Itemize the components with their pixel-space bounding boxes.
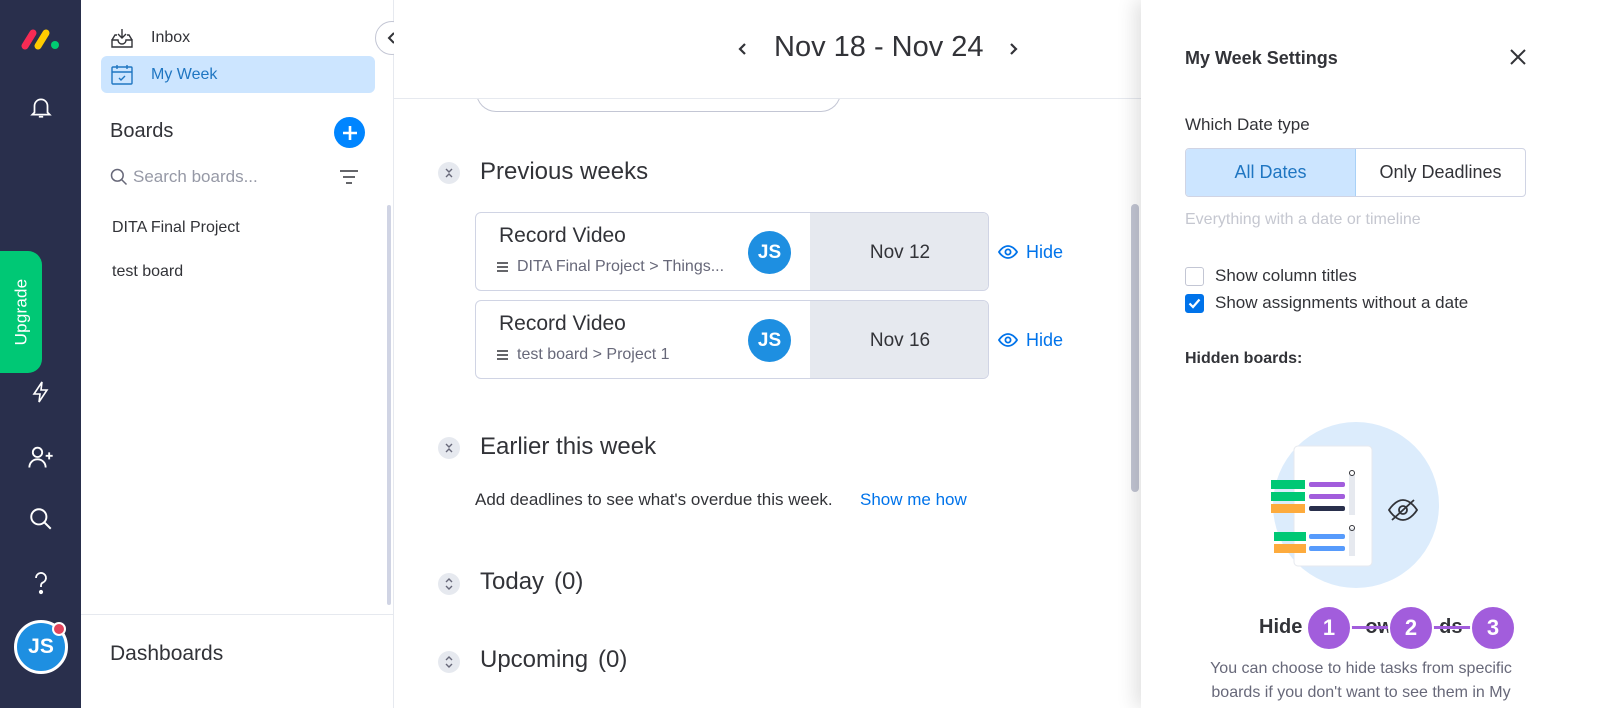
show-me-how-link[interactable]: Show me how [860,490,967,510]
monday-logo-icon[interactable] [20,18,62,60]
hide-boards-description: You can choose to hide tasks from specif… [1210,660,1512,701]
invite-user-icon[interactable] [20,436,62,478]
sidebar-scrollbar[interactable] [387,205,391,605]
hide-task-button[interactable]: Hide [998,238,1078,266]
main-content: Nov 18 - Nov 24 Previous weeks Record Vi… [394,0,1141,708]
search-icon[interactable] [20,498,62,540]
settings-panel: My Week Settings Which Date type All Dat… [1141,0,1598,708]
checkbox-label: Show column titles [1215,266,1357,285]
filter-icon[interactable] [338,168,360,191]
task-path[interactable]: test board > Project 1 [496,346,670,364]
main-scrollbar[interactable] [1131,204,1139,492]
inbox-icon [109,27,135,49]
checkbox-label: Show assignments without a date [1215,293,1469,312]
section-count: (0) [598,646,628,673]
task-path-label: test board > Project 1 [517,346,670,363]
earlier-empty-text: Add deadlines to see what's overdue this… [475,490,833,509]
all-dates-option[interactable]: All Dates [1186,149,1356,196]
left-rail: Upgrade JS [0,0,81,708]
divider [81,614,393,615]
upgrade-label: Upgrade [11,278,30,346]
prev-week-button[interactable] [730,34,756,64]
assignee-initials: JS [757,329,782,351]
hide-title-part: Hide [1259,616,1303,638]
assignee-avatar[interactable]: JS [748,231,791,274]
assignee-initials: JS [757,241,782,263]
show-column-titles-checkbox[interactable] [1185,266,1204,286]
task-card[interactable]: Record Video test board > Project 1 JS N… [475,300,989,379]
section-count: (0) [554,568,584,595]
bell-icon[interactable] [20,86,62,128]
sidebar-item-label: My Week [151,65,218,83]
search-placeholder: Search boards... [133,167,258,186]
section-label: Today [480,568,545,595]
upgrade-button[interactable]: Upgrade [0,251,42,373]
step-marker-3[interactable]: 3 [1470,605,1516,651]
hidden-boards-illustration [1264,420,1444,590]
show-assignments-checkbox[interactable] [1185,293,1204,313]
board-item[interactable]: test board [112,263,183,281]
eye-icon [998,333,1018,347]
step-number: 3 [1486,615,1500,640]
only-deadlines-option[interactable]: Only Deadlines [1356,149,1525,196]
task-path-label: DITA Final Project > Things... [517,258,725,275]
hide-task-button[interactable]: Hide [998,326,1078,354]
chevron-left-icon [738,43,746,55]
hide-label: Hide [1026,329,1064,350]
task-name: Record Video [499,224,626,247]
step-number: 2 [1404,615,1418,640]
task-date[interactable]: Nov 12 [810,213,988,290]
expand-section-icon[interactable] [438,573,460,595]
step-marker-1[interactable]: 1 [1306,605,1352,651]
show-column-titles-row[interactable]: Show column titles [1185,265,1357,287]
notification-dot [52,622,66,636]
show-assignments-row[interactable]: Show assignments without a date [1185,292,1468,314]
user-initials: JS [28,635,54,658]
section-title-upcoming: Upcoming (0) [480,646,627,674]
hide-label: Hide [1026,241,1064,262]
item-icon [497,350,508,360]
board-item[interactable]: DITA Final Project [112,219,240,237]
next-week-button[interactable] [1000,34,1026,64]
task-card[interactable]: Record Video DITA Final Project > Things… [475,212,989,291]
week-range: Nov 18 - Nov 24 [774,31,984,63]
collapse-section-icon[interactable] [438,162,460,184]
lightning-icon[interactable] [20,371,62,413]
help-icon[interactable] [20,562,62,604]
close-icon[interactable] [1505,44,1531,70]
step-number: 1 [1322,615,1336,640]
sidebar: Inbox My Week Boards Search boards... DI… [81,0,394,708]
expand-section-icon[interactable] [438,651,460,673]
search-icon [110,168,128,186]
task-path[interactable]: DITA Final Project > Things... [496,258,724,276]
dashboards-title[interactable]: Dashboards [110,642,223,666]
sidebar-item-inbox[interactable]: Inbox [101,19,375,56]
task-name: Record Video [499,312,626,335]
item-icon [497,262,508,272]
sidebar-item-label: Inbox [151,28,191,46]
section-label: Upcoming [480,646,589,673]
date-type-description: Everything with a date or timeline [1185,211,1421,228]
hidden-boards-label: Hidden boards: [1185,350,1303,367]
section-title-today: Today (0) [480,568,583,596]
calendar-icon [109,64,135,86]
checkmark-icon [1188,298,1201,309]
chevron-right-icon [1010,43,1018,55]
assignee-avatar[interactable]: JS [748,319,791,362]
eye-icon [998,245,1018,259]
collapse-section-icon[interactable] [438,437,460,459]
date-type-label: Which Date type [1185,115,1310,134]
panel-title: My Week Settings [1185,48,1338,68]
step-marker-2[interactable]: 2 [1388,605,1434,651]
search-boards-input[interactable]: Search boards... [109,164,269,190]
sidebar-item-my-week[interactable]: My Week [101,56,375,93]
add-board-button[interactable] [334,117,365,148]
section-title-earlier-this-week: Earlier this week [480,433,657,460]
task-date[interactable]: Nov 16 [810,301,988,378]
section-title-previous-weeks: Previous weeks [480,158,649,185]
boards-title: Boards [110,120,174,142]
date-type-toggle: All Dates Only Deadlines [1185,148,1526,197]
week-header: Nov 18 - Nov 24 [394,0,1141,99]
